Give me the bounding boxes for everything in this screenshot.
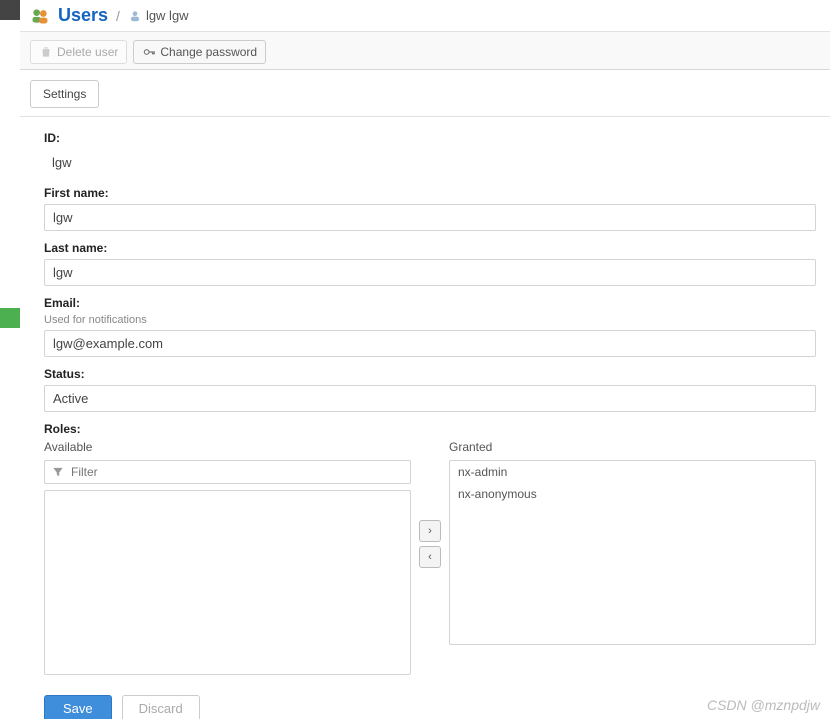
roles-filter[interactable]: [44, 460, 411, 484]
users-icon: [30, 6, 50, 26]
lastname-label: Last name:: [44, 241, 816, 255]
list-item[interactable]: nx-anonymous: [450, 483, 815, 505]
delete-user-label: Delete user: [57, 45, 118, 59]
change-password-label: Change password: [160, 45, 257, 59]
email-input[interactable]: [44, 330, 816, 357]
roles-filter-input[interactable]: [71, 465, 404, 479]
roles-granted-column: Granted nx-adminnx-anonymous: [449, 440, 816, 645]
breadcrumb-current-label: lgw lgw: [146, 8, 189, 23]
roles-available-list[interactable]: [44, 490, 411, 675]
settings-form: ID: lgw First name: Last name: Email: Us…: [20, 117, 830, 719]
field-status: Status: Active: [44, 367, 816, 412]
discard-button[interactable]: Discard: [122, 695, 200, 719]
roles-transfer-buttons: › ‹: [419, 440, 441, 568]
firstname-label: First name:: [44, 186, 816, 200]
sidebar-accent: [0, 308, 20, 328]
roles-available-column: Available: [44, 440, 411, 675]
available-label: Available: [44, 440, 411, 454]
breadcrumb-current: lgw lgw: [128, 8, 189, 23]
user-icon: [128, 9, 142, 23]
email-label: Email:: [44, 296, 816, 310]
field-lastname: Last name:: [44, 241, 816, 286]
tab-row: Settings: [20, 70, 830, 117]
id-value: lgw: [44, 149, 816, 176]
remove-role-button[interactable]: ‹: [419, 546, 441, 568]
change-password-button[interactable]: Change password: [133, 40, 266, 64]
key-icon: [142, 45, 156, 59]
breadcrumb: Users / lgw lgw: [20, 0, 830, 32]
filter-icon: [51, 465, 65, 479]
trash-icon: [39, 45, 53, 59]
roles-label: Roles:: [44, 422, 816, 436]
field-roles: Roles: Available ›: [44, 422, 816, 675]
sidebar-stub: [0, 0, 20, 20]
firstname-input[interactable]: [44, 204, 816, 231]
granted-label: Granted: [449, 440, 816, 454]
chevron-left-icon: ‹: [428, 551, 432, 563]
list-item[interactable]: nx-admin: [450, 461, 815, 483]
roles-granted-list[interactable]: nx-adminnx-anonymous: [449, 460, 816, 645]
status-select[interactable]: Active: [44, 385, 816, 412]
breadcrumb-separator: /: [116, 8, 120, 24]
field-firstname: First name:: [44, 186, 816, 231]
add-role-button[interactable]: ›: [419, 520, 441, 542]
status-label: Status:: [44, 367, 816, 381]
id-label: ID:: [44, 131, 816, 145]
chevron-right-icon: ›: [428, 525, 432, 537]
form-actions: Save Discard: [44, 695, 816, 719]
field-email: Email: Used for notifications: [44, 296, 816, 357]
field-id: ID: lgw: [44, 131, 816, 176]
toolbar: Delete user Change password: [20, 32, 830, 70]
lastname-input[interactable]: [44, 259, 816, 286]
save-button[interactable]: Save: [44, 695, 112, 719]
tab-settings[interactable]: Settings: [30, 80, 99, 108]
email-help: Used for notifications: [44, 314, 816, 326]
delete-user-button: Delete user: [30, 40, 127, 64]
breadcrumb-root-link[interactable]: Users: [58, 5, 108, 26]
